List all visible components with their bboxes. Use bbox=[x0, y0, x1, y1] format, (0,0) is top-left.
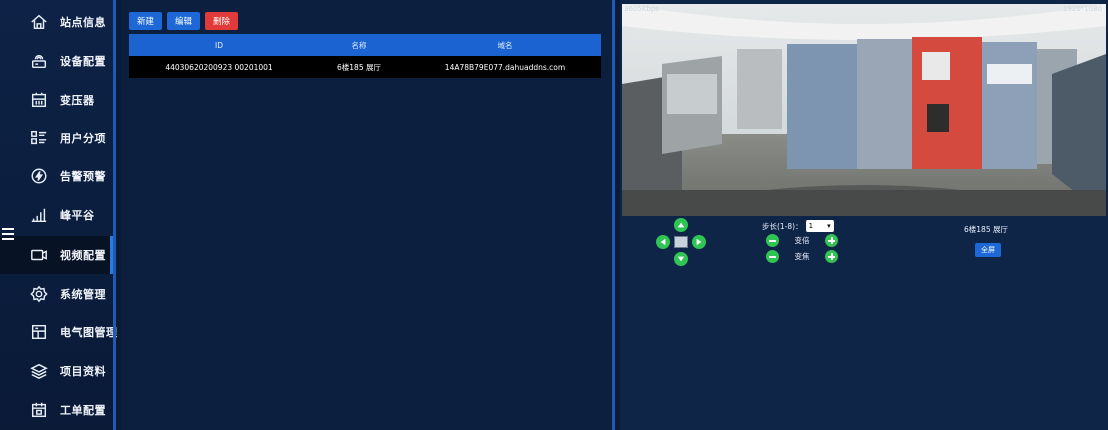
video-camera-icon bbox=[30, 246, 48, 264]
list-icon bbox=[30, 129, 48, 147]
gear-icon bbox=[30, 285, 48, 303]
column-header-name[interactable]: 名称 bbox=[309, 34, 409, 56]
focus-control: 变焦 bbox=[766, 250, 838, 263]
sidebar-item-label: 告警预警 bbox=[60, 170, 106, 183]
ptz-right-button[interactable] bbox=[692, 235, 706, 249]
device-config-icon bbox=[30, 52, 48, 70]
sidebar-item-label: 工单配置 bbox=[60, 404, 106, 417]
sidebar-item-label: 系统管理 bbox=[60, 288, 106, 301]
sidebar-item-alarm[interactable]: 告警预警 bbox=[0, 157, 113, 195]
sidebar-item-user-items[interactable]: 用户分项 bbox=[0, 119, 113, 157]
focus-minus-button[interactable] bbox=[766, 250, 779, 263]
sidebar-item-label: 项目资料 bbox=[60, 365, 106, 378]
delete-button[interactable]: 删除 bbox=[205, 12, 239, 30]
sidebar-item-label: 用户分项 bbox=[60, 132, 106, 145]
sidebar-item-system[interactable]: 系统管理 bbox=[0, 275, 113, 313]
sidebar-item-label: 峰平谷 bbox=[60, 209, 95, 222]
menu-toggle-icon[interactable] bbox=[2, 228, 14, 240]
sidebar-item-label: 设备配置 bbox=[60, 55, 106, 68]
video-panel: 3605Kbps 1920*1080 步长(1-8)： 1 ▾ 变倍 变焦 6楼… bbox=[620, 0, 1108, 430]
zoom-out-button[interactable] bbox=[766, 234, 779, 247]
toolbar: 新建 编辑 删除 bbox=[129, 12, 239, 30]
column-header-domain[interactable]: 域名 bbox=[409, 34, 601, 56]
sidebar-item-label: 电气图管理 bbox=[60, 326, 118, 339]
ptz-control bbox=[656, 218, 706, 268]
camera-name: 6楼185 展厅 bbox=[964, 225, 1008, 234]
resolution-readout: 1920*1080 bbox=[1062, 5, 1102, 13]
alarm-icon bbox=[30, 167, 48, 185]
step-control: 步长(1-8)： 1 ▾ bbox=[762, 220, 834, 232]
divider bbox=[612, 0, 615, 430]
ptz-up-button[interactable] bbox=[674, 218, 688, 232]
focus-plus-button[interactable] bbox=[825, 250, 838, 263]
transformer-icon bbox=[30, 91, 48, 109]
ptz-center-icon[interactable] bbox=[674, 236, 688, 248]
camera-table: ID 名称 域名 44030620200923 00201001 6楼185 展… bbox=[129, 34, 601, 78]
cell-name: 6楼185 展厅 bbox=[309, 56, 409, 78]
sidebar: 站点信息 设备配置 变压器 用户分项 告警预警 峰平谷 视频配置 系统管理 电气… bbox=[0, 0, 117, 430]
sidebar-item-project-docs[interactable]: 项目资料 bbox=[0, 352, 113, 390]
diagram-icon bbox=[30, 323, 48, 341]
focus-label: 变焦 bbox=[794, 252, 810, 261]
sidebar-item-peak-valley[interactable]: 峰平谷 bbox=[0, 196, 113, 234]
ptz-left-button[interactable] bbox=[656, 235, 670, 249]
arrow-left-icon bbox=[660, 238, 666, 246]
table-header: ID 名称 域名 bbox=[129, 34, 601, 56]
home-icon bbox=[30, 13, 48, 31]
arrow-right-icon bbox=[696, 238, 702, 246]
table-row[interactable]: 44030620200923 00201001 6楼185 展厅 14A78B7… bbox=[129, 56, 601, 78]
camera-image bbox=[622, 4, 1106, 216]
layers-icon bbox=[30, 362, 48, 380]
cell-id: 44030620200923 00201001 bbox=[129, 56, 309, 78]
sidebar-item-device-config[interactable]: 设备配置 bbox=[0, 42, 113, 80]
zoom-label: 变倍 bbox=[794, 236, 810, 245]
ptz-down-button[interactable] bbox=[674, 252, 688, 266]
calendar-icon bbox=[30, 401, 48, 419]
chevron-down-icon: ▾ bbox=[827, 222, 831, 230]
sidebar-item-transformer[interactable]: 变压器 bbox=[0, 81, 113, 119]
zoom-control: 变倍 bbox=[766, 234, 838, 247]
sidebar-item-label: 站点信息 bbox=[60, 16, 106, 29]
bitrate-readout: 3605Kbps bbox=[624, 5, 659, 13]
video-feed[interactable]: 3605Kbps 1920*1080 bbox=[622, 4, 1106, 216]
step-label: 步长(1-8)： bbox=[762, 221, 803, 231]
fullscreen-button[interactable]: 全屏 bbox=[975, 243, 1001, 257]
cell-domain: 14A78B79E077.dahuaddns.com bbox=[409, 56, 601, 78]
sidebar-item-video-config[interactable]: 视频配置 bbox=[0, 236, 113, 274]
sidebar-item-label: 视频配置 bbox=[60, 249, 106, 262]
sidebar-item-site-info[interactable]: 站点信息 bbox=[0, 3, 113, 41]
step-select[interactable]: 1 ▾ bbox=[805, 220, 834, 232]
arrow-up-icon bbox=[677, 222, 685, 228]
edit-button[interactable]: 编辑 bbox=[167, 12, 201, 30]
divider bbox=[113, 0, 116, 430]
arrow-down-icon bbox=[677, 256, 685, 262]
signal-bars-icon bbox=[30, 206, 48, 224]
new-button[interactable]: 新建 bbox=[129, 12, 163, 30]
column-header-id[interactable]: ID bbox=[129, 34, 309, 56]
camera-list-panel: 新建 编辑 删除 ID 名称 域名 44030620200923 0020100… bbox=[121, 0, 611, 430]
sidebar-item-electrical-diagram[interactable]: 电气图管理 bbox=[0, 313, 117, 351]
zoom-in-button[interactable] bbox=[825, 234, 838, 247]
sidebar-item-work-order[interactable]: 工单配置 bbox=[0, 391, 113, 429]
sidebar-item-label: 变压器 bbox=[60, 94, 95, 107]
